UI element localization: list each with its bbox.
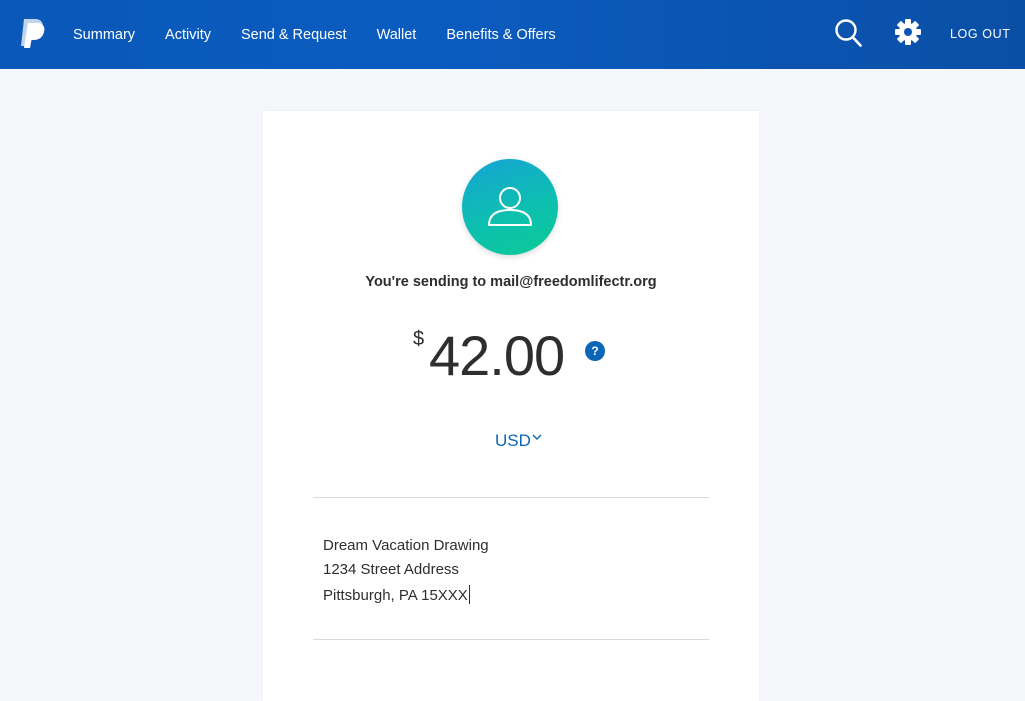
text-caret	[468, 585, 470, 604]
currency-symbol: $	[413, 328, 425, 350]
note-line-text: Pittsburgh, PA 15XXX	[323, 587, 468, 604]
recipient-text: You're sending to mail@freedomlifectr.or…	[365, 274, 657, 290]
note-textarea[interactable]: Dream Vacation Drawing 1234 Street Addre…	[313, 511, 709, 637]
main-nav: Summary Activity Send & Request Wallet B…	[73, 0, 586, 69]
divider-top	[313, 497, 709, 498]
note-line: Pittsburgh, PA 15XXX	[323, 585, 470, 604]
currency-label: USD	[495, 431, 531, 450]
gear-icon[interactable]	[894, 18, 922, 46]
search-icon[interactable]	[834, 18, 862, 48]
nav-send-request[interactable]: Send & Request	[241, 27, 347, 43]
help-icon[interactable]: ?	[585, 341, 605, 361]
paypal-logo-icon[interactable]	[18, 17, 46, 49]
note-line: 1234 Street Address	[323, 561, 459, 578]
recipient-avatar	[462, 159, 558, 255]
currency-dropdown[interactable]: USD	[495, 431, 542, 451]
nav-activity[interactable]: Activity	[165, 27, 211, 43]
chevron-down-icon	[532, 434, 542, 440]
divider-bottom	[313, 639, 709, 640]
nav-summary[interactable]: Summary	[73, 27, 135, 43]
user-icon	[488, 187, 532, 226]
amount-display[interactable]: $ 42.00	[263, 321, 759, 391]
nav-wallet[interactable]: Wallet	[377, 27, 417, 43]
nav-benefits-offers[interactable]: Benefits & Offers	[446, 27, 555, 43]
note-line: Dream Vacation Drawing	[323, 537, 489, 554]
send-money-card: You're sending to mail@freedomlifectr.or…	[263, 111, 759, 701]
logout-button[interactable]: LOG OUT	[950, 27, 1010, 41]
amount-value[interactable]: 42.00	[429, 321, 565, 391]
top-nav-bar: Summary Activity Send & Request Wallet B…	[0, 0, 1025, 69]
